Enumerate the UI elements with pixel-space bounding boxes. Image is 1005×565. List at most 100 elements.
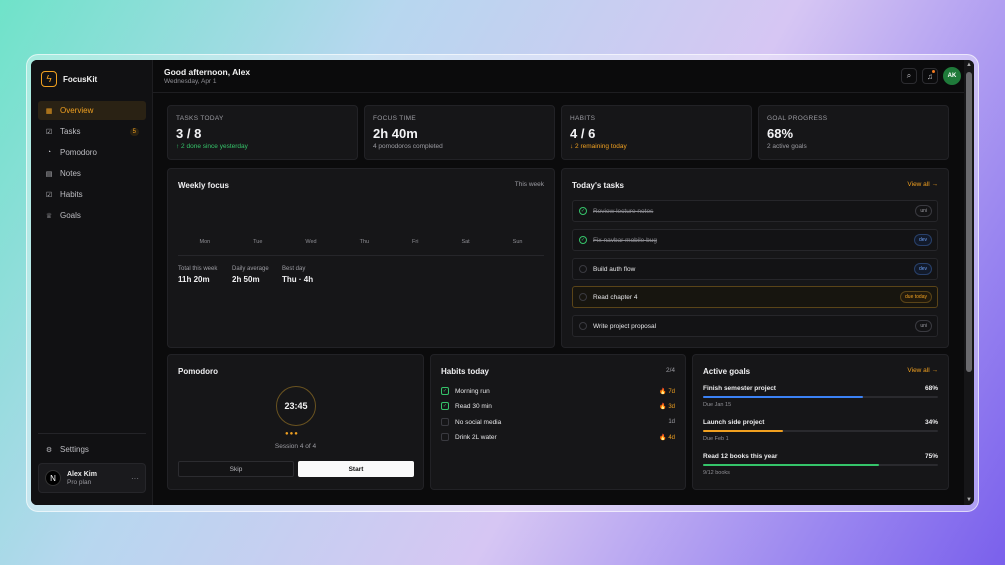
session-dots: ●●● xyxy=(285,431,299,437)
checkbox-icon[interactable] xyxy=(579,293,587,301)
card-title: Weekly focus xyxy=(178,181,229,190)
goal-percent: 34% xyxy=(924,419,938,426)
header: Good afternoon, Alex Wednesday, Apr 1 ⌕ … xyxy=(153,60,964,93)
progress-fill xyxy=(703,396,863,398)
task-row[interactable]: Write project proposal uni xyxy=(572,315,938,337)
check-icon[interactable]: ✓ xyxy=(579,236,587,244)
habit-label: Read 30 min xyxy=(455,402,492,410)
habit-row[interactable]: Drink 2L water 🔥 4d xyxy=(441,431,675,443)
task-row[interactable]: ✓ Fix navbar mobile bug dev xyxy=(572,229,938,251)
goals-card: Active goals View all → Finish semester … xyxy=(692,354,949,490)
stat-sub: ↑ 2 done since yesterday xyxy=(176,143,248,150)
stat-card-focus-time: FOCUS TIME 2h 40m 4 pomodoros completed xyxy=(364,105,555,160)
user-plan: Pro plan xyxy=(67,478,92,486)
habits-count: 2/4 xyxy=(665,367,675,374)
sidebar-item-tasks[interactable]: ☑ Tasks 5 xyxy=(38,122,146,141)
sidebar-item-notes[interactable]: ▤ Notes xyxy=(38,164,146,183)
sidebar-item-label: Notes xyxy=(60,169,81,178)
notification-dot xyxy=(932,70,935,73)
day-label: Mon xyxy=(199,239,211,245)
task-tag: uni xyxy=(915,320,932,332)
goal-item[interactable]: Finish semester project 68% Due Jan 15 xyxy=(703,385,938,408)
sidebar-item-pomodoro[interactable]: ◔ Pomodoro xyxy=(38,143,146,162)
sidebar-item-label: Overview xyxy=(60,106,94,115)
stat-value: 68% xyxy=(767,126,794,141)
goal-due: Due Jan 15 xyxy=(703,402,732,408)
range-selector[interactable]: This week xyxy=(515,181,544,188)
task-tag: due today xyxy=(900,291,932,303)
notifications-button[interactable]: ♫ xyxy=(922,68,938,84)
scroll-down-icon[interactable]: ▼ xyxy=(966,497,972,503)
weekly-stat-total: Total this week 11h 20m xyxy=(178,266,217,284)
progress-fill xyxy=(703,430,783,432)
checkbox-checked-icon[interactable]: ✓ xyxy=(441,387,449,395)
day-label: Sat xyxy=(461,239,470,245)
streak-value: 4d xyxy=(668,434,675,441)
stat-value: 11h 20m xyxy=(178,275,210,284)
weekly-stat-best-day: Best day Thu · 4h xyxy=(282,266,313,284)
skip-button[interactable]: Skip xyxy=(178,461,294,477)
checkbox-icon[interactable] xyxy=(441,418,449,426)
day-label: Tue xyxy=(253,239,263,245)
start-button[interactable]: Start xyxy=(298,461,414,477)
habit-row[interactable]: No social media 1d xyxy=(441,416,675,428)
stat-value: 3 / 8 xyxy=(176,126,202,141)
app-window: ϟ FocusKit ▦ Overview ☑ Tasks 5 ◔ Pomodo… xyxy=(31,60,974,505)
card-title: Active goals xyxy=(703,367,751,376)
task-row[interactable]: Read chapter 4 due today xyxy=(572,286,938,308)
task-row[interactable]: Build auth flow dev xyxy=(572,258,938,280)
streak-value: 1d xyxy=(668,419,675,425)
tasks-count-badge: 5 xyxy=(129,127,139,136)
scroll-thumb[interactable] xyxy=(966,72,972,372)
habit-row[interactable]: ✓ Morning run 🔥 7d xyxy=(441,385,675,397)
habits-card: Habits today 2/4 ✓ Morning run 🔥 7d ✓ Re… xyxy=(430,354,686,490)
stat-value: 2h 50m xyxy=(232,275,260,284)
sidebar-item-label: Pomodoro xyxy=(60,148,97,157)
view-all-link[interactable]: View all → xyxy=(907,367,938,374)
task-label: Review lecture notes xyxy=(593,207,654,215)
sidebar-item-overview[interactable]: ▦ Overview xyxy=(38,101,146,120)
brand[interactable]: ϟ FocusKit xyxy=(41,71,97,87)
task-label: Build auth flow xyxy=(593,265,636,273)
sidebar-item-label: Habits xyxy=(60,190,83,199)
note-icon: ▤ xyxy=(45,170,53,178)
sidebar-item-label: Settings xyxy=(60,445,89,454)
scrollbar[interactable]: ▲ ▼ xyxy=(964,60,974,505)
weekly-focus-card: Weekly focus This week Mon Tue Wed Thu F… xyxy=(167,168,555,348)
avatar[interactable]: AK xyxy=(943,67,961,85)
sidebar-item-goals[interactable]: ♕ Goals xyxy=(38,206,146,225)
checkbox-icon[interactable] xyxy=(441,433,449,441)
task-label: Fix navbar mobile bug xyxy=(593,236,657,244)
sidebar-item-settings[interactable]: ⚙ Settings xyxy=(45,445,89,454)
checkbox-icon[interactable] xyxy=(579,265,587,273)
task-row[interactable]: ✓ Review lecture notes uni xyxy=(572,200,938,222)
check-icon[interactable]: ✓ xyxy=(579,207,587,215)
stat-label: FOCUS TIME xyxy=(373,115,416,122)
habit-row[interactable]: ✓ Read 30 min 🔥 3d xyxy=(441,400,675,412)
streak-value: 3d xyxy=(668,403,675,410)
habit-check-icon: ☑ xyxy=(45,191,53,199)
grid-icon: ▦ xyxy=(45,107,53,115)
fire-icon: 🔥 xyxy=(659,434,667,441)
sidebar-nav: ▦ Overview ☑ Tasks 5 ◔ Pomodoro ▤ Notes … xyxy=(38,101,146,227)
page-title: Good afternoon, Alex xyxy=(164,67,251,77)
pomodoro-card: Pomodoro 23:45 ●●● Session 4 of 4 Skip S… xyxy=(167,354,424,490)
view-all-link[interactable]: View all → xyxy=(907,181,938,188)
goal-item[interactable]: Launch side project 34% Due Feb 1 xyxy=(703,419,938,442)
checkbox-checked-icon[interactable]: ✓ xyxy=(441,402,449,410)
goal-percent: 68% xyxy=(924,385,938,392)
stat-value: Thu · 4h xyxy=(282,275,314,284)
sidebar-item-label: Tasks xyxy=(60,127,81,136)
checkbox-icon[interactable] xyxy=(579,322,587,330)
sidebar-item-habits[interactable]: ☑ Habits xyxy=(38,185,146,204)
scroll-up-icon[interactable]: ▲ xyxy=(966,62,972,68)
goal-name: Read 12 books this year xyxy=(703,453,778,460)
more-icon[interactable]: ··· xyxy=(131,474,139,483)
search-button[interactable]: ⌕ xyxy=(901,68,917,84)
task-tag: dev xyxy=(913,234,932,246)
goal-item[interactable]: Read 12 books this year 75% 9/12 books xyxy=(703,453,938,476)
task-tag: uni xyxy=(915,205,932,217)
stat-value: 2h 40m xyxy=(373,126,418,141)
sidebar-divider xyxy=(38,433,146,434)
user-card[interactable]: N Alex Kim Pro plan ··· xyxy=(38,463,146,493)
